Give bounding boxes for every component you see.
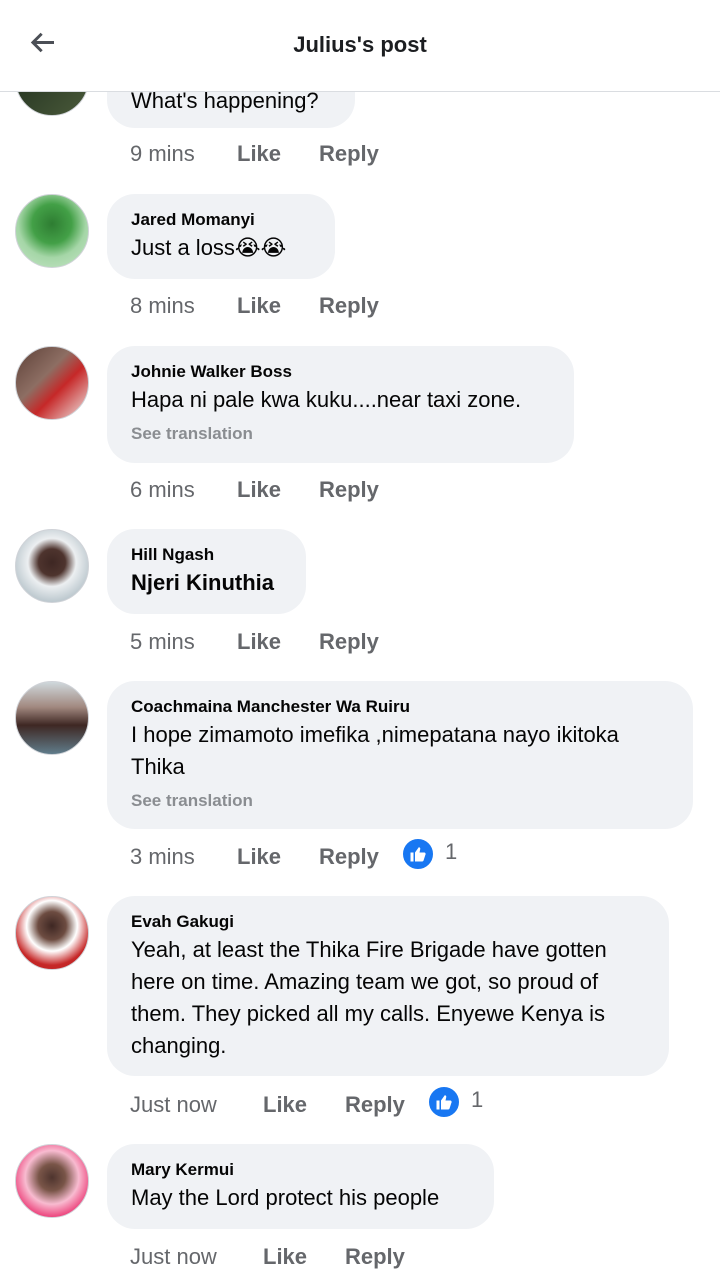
comment-time: 8 mins <box>130 293 195 318</box>
reply-button[interactable]: Reply <box>319 626 379 658</box>
comment-bubble: Evah Gakugi Yeah, at least the Thika Fir… <box>107 896 669 1076</box>
comment-time: Just now <box>130 1092 217 1117</box>
like-button[interactable]: Like <box>237 290 319 322</box>
comment-meta: 6 mins Like Reply <box>130 474 379 506</box>
comment-bubble: Hill Ngash Njeri Kinuthia <box>107 529 306 614</box>
like-button[interactable]: Like <box>263 1089 345 1121</box>
avatar[interactable] <box>15 896 89 970</box>
like-button[interactable]: Like <box>237 626 319 658</box>
comment-text: I hope zimamoto imefika ,nimepatana nayo… <box>131 722 619 779</box>
avatar[interactable] <box>15 681 89 755</box>
comment-author[interactable]: Coachmaina Manchester Wa Ruiru <box>131 695 669 719</box>
comment-meta: 8 mins Like Reply <box>130 290 379 322</box>
comment-text: Just a loss😭😭 <box>131 235 287 260</box>
reply-button[interactable]: Reply <box>319 290 379 322</box>
reply-button[interactable]: Reply <box>319 474 379 506</box>
comment-time: 6 mins <box>130 477 195 502</box>
comment-time: 3 mins <box>130 844 195 869</box>
like-button[interactable]: Like <box>237 474 319 506</box>
comment-meta: Just now Like Reply <box>130 1241 405 1273</box>
page-title: Julius's post <box>293 32 427 57</box>
like-button[interactable]: Like <box>237 138 319 170</box>
comment-bubble: Jared Momanyi Just a loss😭😭 <box>107 194 335 279</box>
comment-author[interactable]: Evah Gakugi <box>131 910 645 934</box>
like-button[interactable]: Like <box>263 1241 345 1273</box>
like-button[interactable]: Like <box>237 841 319 873</box>
reply-button[interactable]: Reply <box>319 138 379 170</box>
comment-author[interactable]: Jared Momanyi <box>131 208 311 232</box>
comment-bubble: Coachmaina Manchester Wa Ruiru I hope zi… <box>107 681 693 829</box>
reply-button[interactable]: Reply <box>345 1089 405 1121</box>
mentioned-user-link[interactable]: Njeri Kinuthia <box>131 567 282 599</box>
reply-button[interactable]: Reply <box>345 1241 405 1273</box>
comment-text: May the Lord protect his people <box>131 1185 440 1210</box>
header-bar: Julius's post <box>0 0 720 92</box>
comments-list: What's happening? 9 mins Like Reply Jared … <box>0 0 720 1288</box>
comment-meta: 5 mins Like Reply <box>130 626 379 658</box>
comment-time: 5 mins <box>130 629 195 654</box>
like-reaction-icon[interactable] <box>401 837 435 871</box>
comment-author[interactable]: Johnie Walker Boss <box>131 360 550 384</box>
reply-button[interactable]: Reply <box>319 841 379 873</box>
like-reaction-icon[interactable] <box>427 1085 461 1119</box>
see-translation-link[interactable]: See translation <box>131 789 669 813</box>
comment-meta: 3 mins Like Reply <box>130 841 379 873</box>
see-translation-link[interactable]: See translation <box>131 422 550 446</box>
avatar[interactable] <box>15 346 89 420</box>
comment-time: 9 mins <box>130 141 195 166</box>
comment-meta: 9 mins Like Reply <box>130 138 379 170</box>
reaction-count[interactable]: 1 <box>445 839 457 865</box>
comment-meta: Just now Like Reply <box>130 1089 405 1121</box>
comment-text: Hapa ni pale kwa kuku....near taxi zone. <box>131 387 522 412</box>
reaction-count[interactable]: 1 <box>471 1087 483 1113</box>
avatar[interactable] <box>15 194 89 268</box>
comment-author[interactable]: Hill Ngash <box>131 543 282 567</box>
comment-bubble: Mary Kermui May the Lord protect his peo… <box>107 1144 494 1229</box>
comment-time: Just now <box>130 1244 217 1269</box>
comment-bubble: Johnie Walker Boss Hapa ni pale kwa kuku… <box>107 346 574 463</box>
comment-text: Yeah, at least the Thika Fire Brigade ha… <box>131 937 607 1058</box>
avatar[interactable] <box>15 529 89 603</box>
avatar[interactable] <box>15 1144 89 1218</box>
comment-author[interactable]: Mary Kermui <box>131 1158 470 1182</box>
